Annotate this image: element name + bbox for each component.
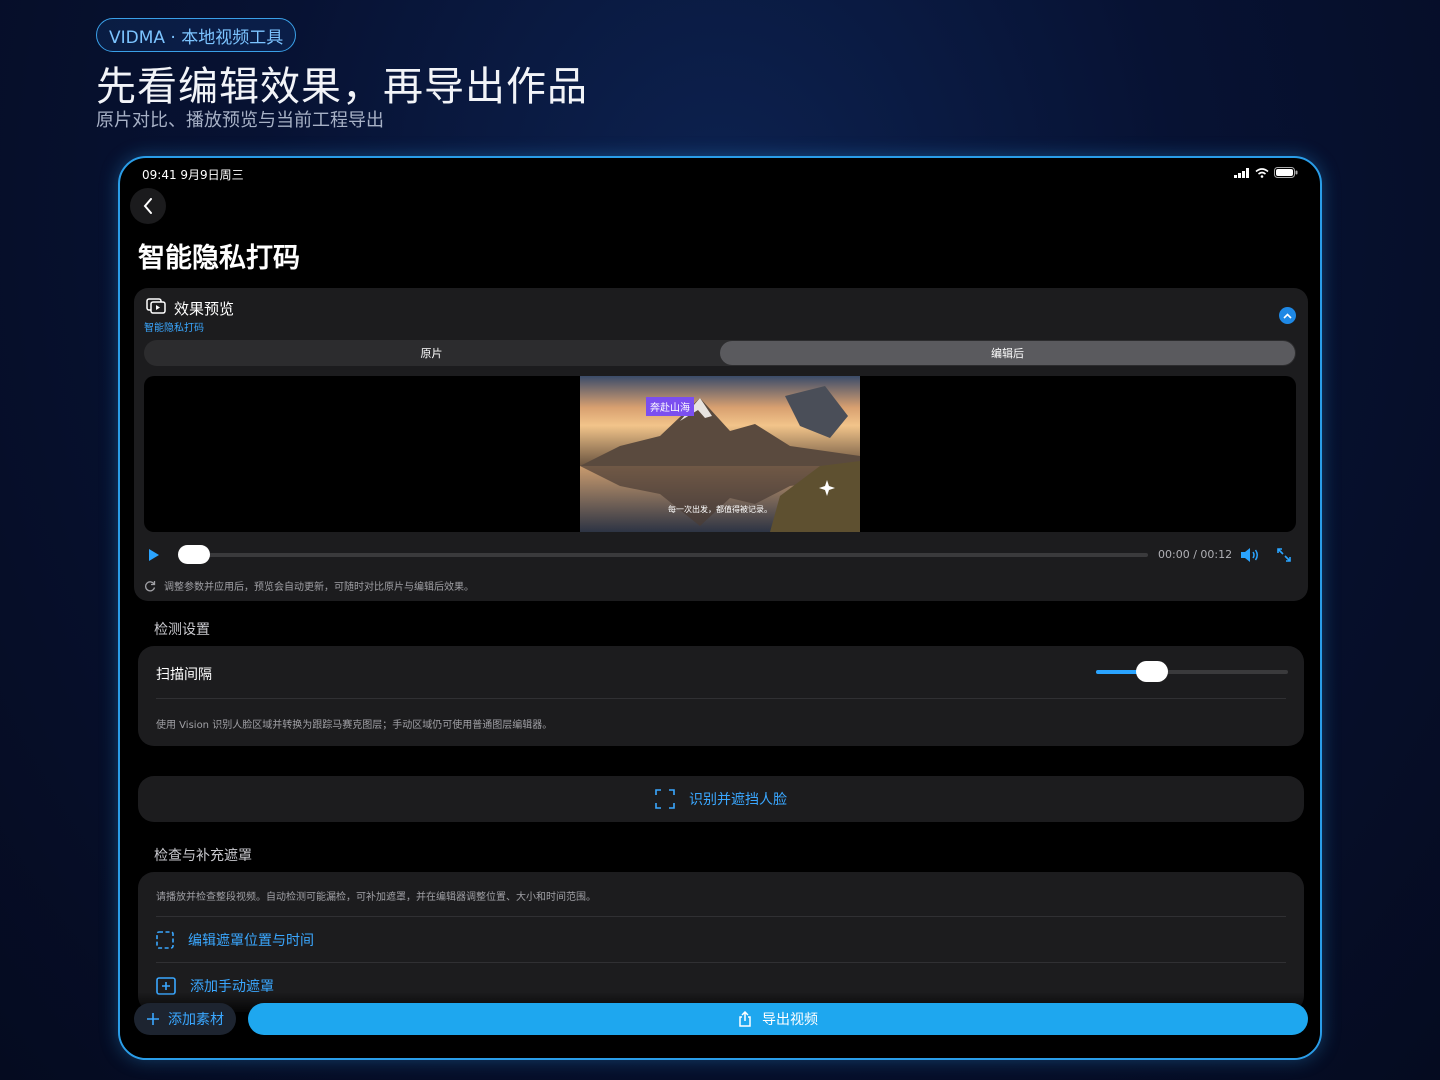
scan-interval-knob[interactable] [1135, 661, 1168, 682]
preview-card: 效果预览 智能隐私打码 原片 编辑后 奔赴山海 每一次出发，都值得被记录。 00… [134, 288, 1308, 601]
add-media-button[interactable]: 添加素材 [134, 1003, 236, 1035]
plus-icon [147, 1013, 159, 1025]
preview-hint: 调整参数并应用后，预览会自动更新，可随时对比原片与编辑后效果。 [144, 578, 474, 593]
collapse-button[interactable] [1279, 307, 1296, 324]
scan-interval-slider[interactable] [1096, 661, 1288, 682]
preview-hint-text: 调整参数并应用后，预览会自动更新，可随时对比原片与编辑后效果。 [164, 582, 474, 593]
fullscreen-icon[interactable] [1276, 547, 1292, 563]
divider [156, 916, 1286, 917]
player-controls: 00:00 / 00:12 [144, 544, 1296, 566]
add-media-label: 添加素材 [168, 1012, 224, 1028]
progress-track[interactable] [190, 553, 1148, 557]
chevron-up-icon [1283, 312, 1292, 319]
back-button[interactable] [130, 188, 166, 224]
brand-badge: VIDMA · 本地视频工具 [96, 18, 297, 52]
scan-interval-label: 扫描间隔 [156, 667, 212, 683]
detection-section-label: 检测设置 [154, 622, 210, 638]
video-player[interactable]: 奔赴山海 每一次出发，都值得被记录。 [144, 376, 1296, 532]
status-indicators [1234, 167, 1298, 178]
review-panel: 请播放并检查整段视频。自动检测可能漏检，可补加遮罩，并在编辑器调整位置、大小和时… [138, 872, 1304, 1012]
detection-panel: 扫描间隔 使用 Vision 识别人脸区域并转换为跟踪马赛克图层；手动区域仍可使… [138, 646, 1304, 746]
refresh-icon [145, 580, 156, 591]
detection-description: 使用 Vision 识别人脸区域并转换为跟踪马赛克图层；手动区域仍可使用普通图层… [156, 720, 553, 731]
export-video-button[interactable]: 导出视频 [248, 1003, 1308, 1035]
video-frame: 奔赴山海 每一次出发，都值得被记录。 [580, 376, 860, 532]
preview-title: 效果预览 [174, 300, 235, 318]
volume-icon[interactable] [1240, 547, 1260, 563]
review-description: 请播放并检查整段视频。自动检测可能漏检，可补加遮罩，并在编辑器调整位置、大小和时… [156, 892, 596, 903]
divider [156, 962, 1286, 963]
segment-original[interactable]: 原片 [144, 340, 719, 366]
play-icon[interactable] [148, 548, 160, 562]
detect-faces-button[interactable]: 识别并遮挡人脸 [138, 776, 1304, 822]
edit-mask-button[interactable]: 编辑遮罩位置与时间 [156, 930, 314, 950]
detect-faces-label: 识别并遮挡人脸 [689, 792, 787, 808]
playback-time: 00:00 / 00:12 [1158, 548, 1233, 561]
edit-mask-label: 编辑遮罩位置与时间 [188, 933, 314, 949]
cellular-signal-icon [1234, 167, 1249, 178]
chevron-left-icon [143, 198, 152, 214]
divider [156, 698, 1286, 699]
compare-segmented-control: 原片 编辑后 [144, 340, 1296, 366]
page-title: 智能隐私打码 [138, 243, 300, 274]
video-caption: 每一次出发，都值得被记录。 [668, 505, 772, 514]
progress-thumb[interactable] [178, 545, 210, 564]
device-frame: 09:41 9月9日周三 智能隐私打码 效果预览 智能隐私打码 原片 编辑后 奔… [118, 156, 1322, 1060]
wifi-icon [1255, 167, 1269, 178]
preview-icon [146, 298, 166, 314]
promo-subline: 原片对比、播放预览与当前工程导出 [96, 110, 384, 131]
segment-edited[interactable]: 编辑后 [720, 341, 1295, 365]
dashed-square-icon [156, 931, 174, 949]
battery-icon [1274, 167, 1298, 178]
share-icon [739, 1011, 751, 1027]
export-video-label: 导出视频 [762, 1012, 818, 1028]
review-section-label: 检查与补充遮罩 [154, 848, 252, 864]
status-time: 09:41 9月9日周三 [142, 168, 244, 182]
face-scan-icon [655, 789, 675, 809]
title-tag: 奔赴山海 [646, 397, 694, 416]
promo-headline: 先看编辑效果，再导出作品 [96, 64, 588, 110]
preview-subtitle: 智能隐私打码 [144, 323, 204, 334]
